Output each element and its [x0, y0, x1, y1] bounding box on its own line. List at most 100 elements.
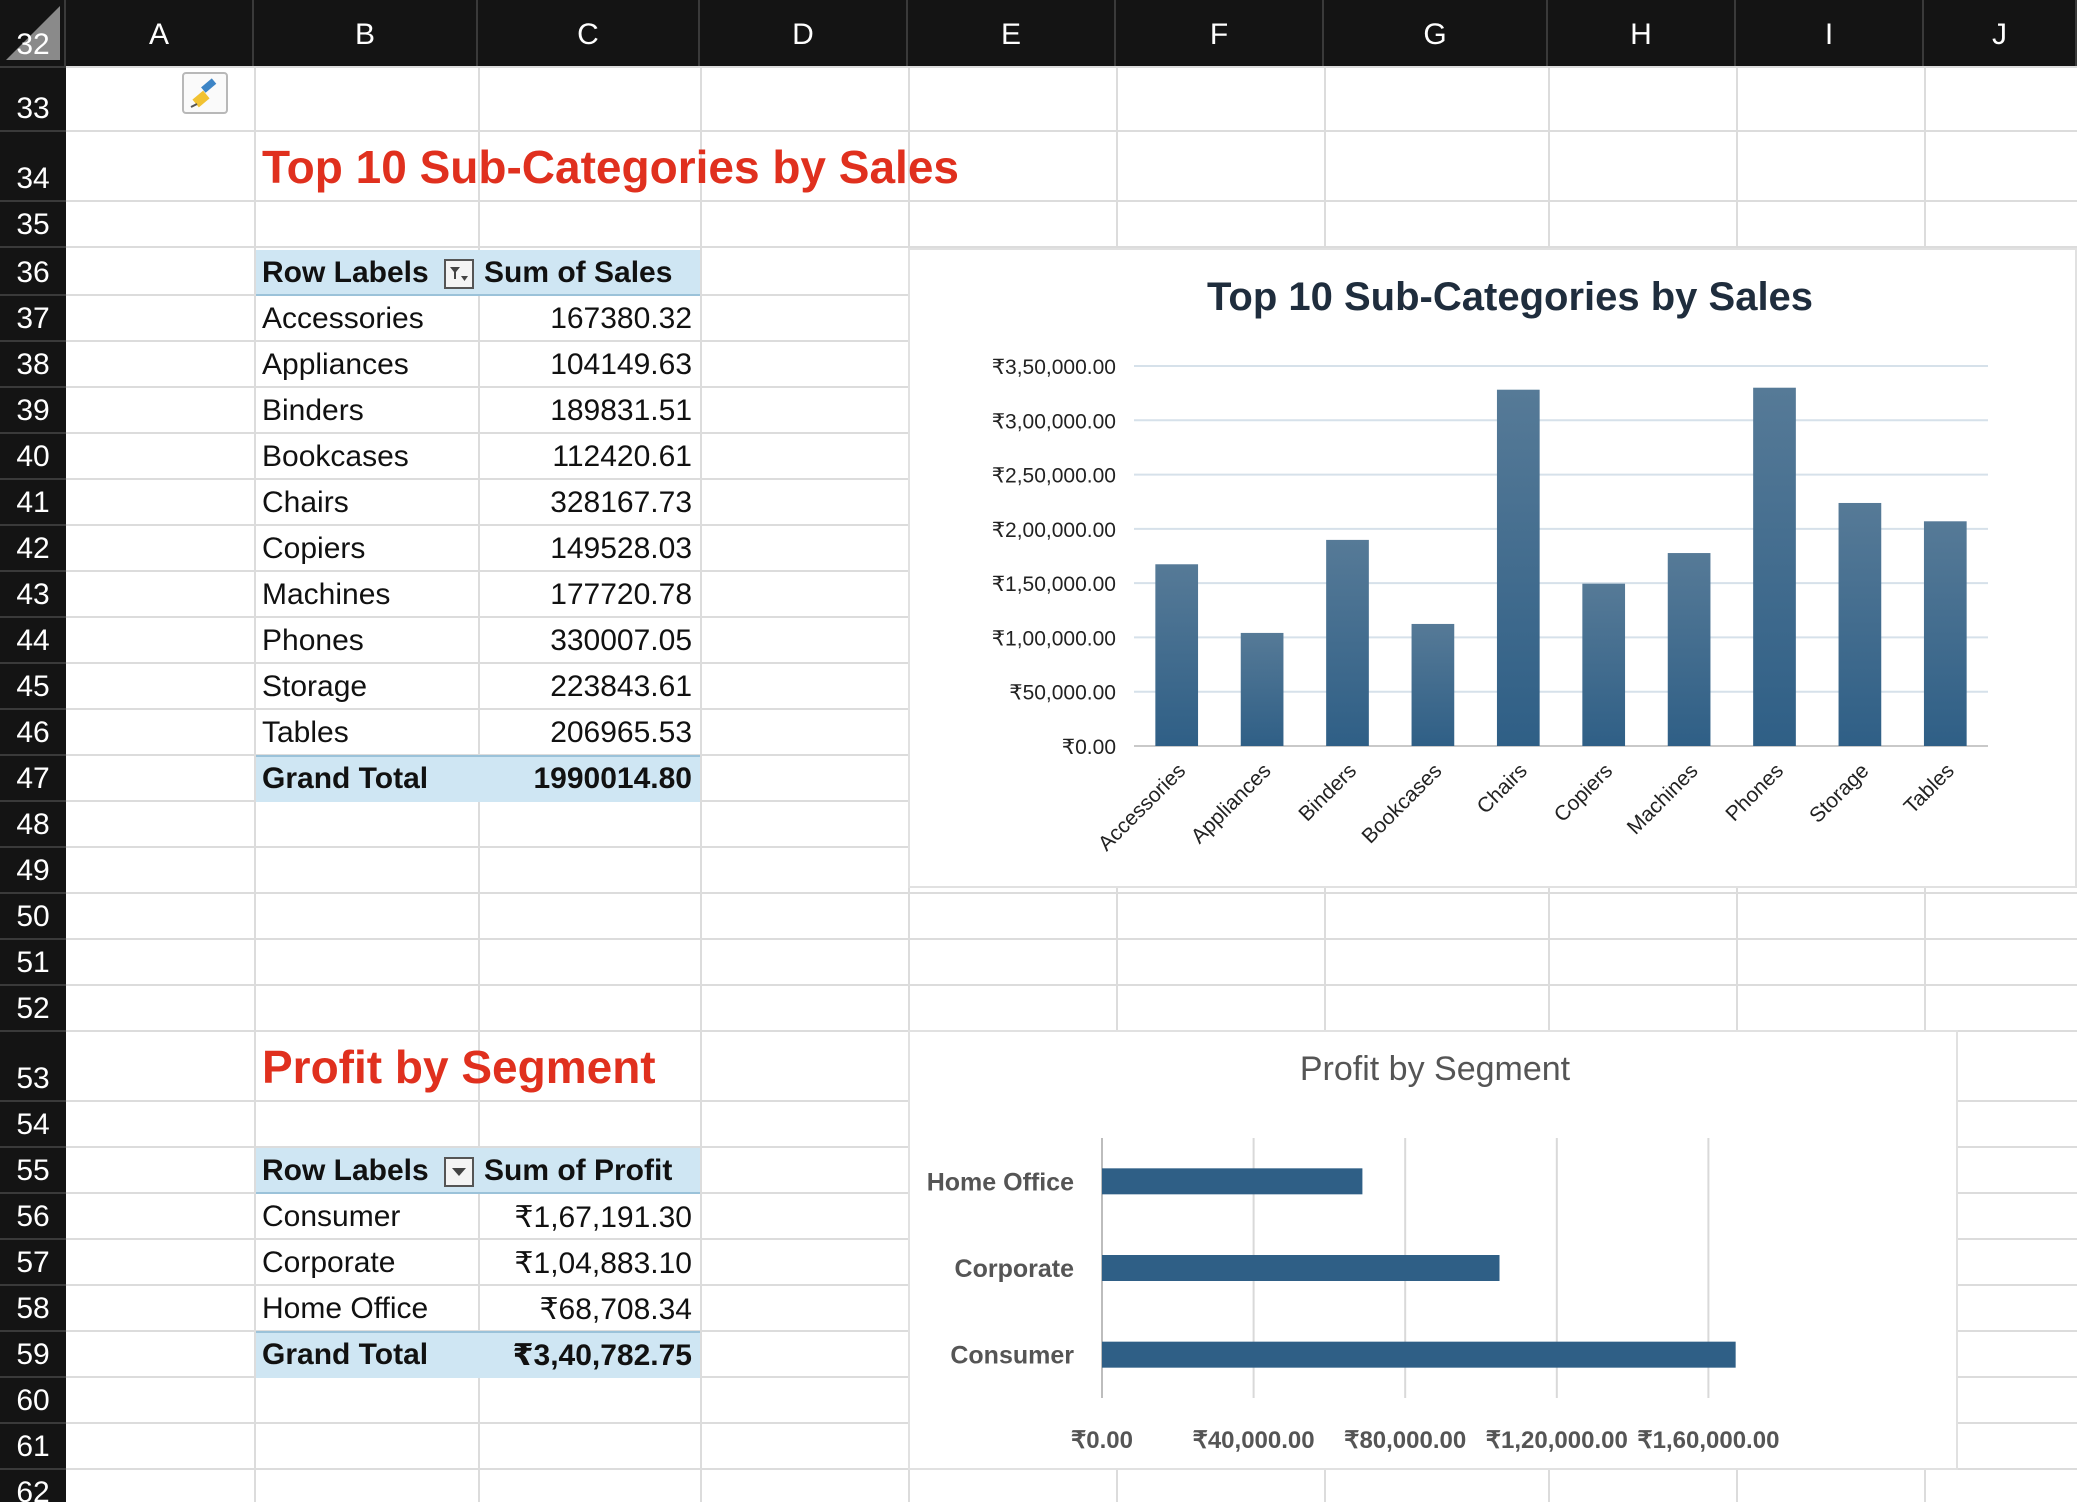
profit-chart-bar[interactable]: [1102, 1341, 1736, 1368]
sales-pivot-row-label: Accessories: [262, 302, 424, 335]
profit-pivot-header-value: Sum of Profit: [484, 1154, 673, 1187]
sales-chart-y-tick: ₹0.00: [1062, 736, 1116, 759]
sales-chart-y-tick: ₹2,00,000.00: [992, 519, 1116, 542]
column-header-f[interactable]: F: [1116, 0, 1324, 66]
row-header-57[interactable]: 57: [0, 1240, 66, 1286]
column-header-c[interactable]: C: [478, 0, 700, 66]
filter-icon[interactable]: [444, 259, 474, 289]
column-header-e[interactable]: E: [908, 0, 1116, 66]
profit-chart-plot: Profit by Segment ₹0.00 ₹40,000.00 ₹80,000.…: [927, 1050, 1780, 1454]
spreadsheet: ABCDEFGHIJ 32333435363738394041424344454…: [0, 0, 2077, 1502]
profit-chart-bar[interactable]: [1102, 1168, 1363, 1195]
sales-chart-x-tick: Appliances: [1187, 759, 1276, 848]
profit-chart-y-tick: Corporate: [955, 1255, 1075, 1283]
profit-pivot-row-value: ₹1,67,191.30: [514, 1201, 692, 1234]
profit-pivot-row-value: ₹68,708.34: [539, 1293, 692, 1326]
row-header-53[interactable]: 53: [0, 1032, 66, 1102]
sales-pivot-row-value: 177720.78: [550, 578, 692, 611]
sales-chart-bar[interactable]: [1582, 583, 1626, 746]
row-header-56[interactable]: 56: [0, 1194, 66, 1240]
profit-pivot-row-value: ₹1,04,883.10: [514, 1247, 692, 1280]
profit-pivot-row-label: Consumer: [262, 1200, 401, 1233]
row-header-41[interactable]: 41: [0, 480, 66, 526]
sales-chart-x-tick: Machines: [1623, 759, 1703, 839]
row-header-32[interactable]: 32: [0, 28, 66, 68]
sales-chart-bar[interactable]: [1326, 539, 1369, 746]
row-header-52[interactable]: 52: [0, 986, 66, 1032]
column-header-d[interactable]: D: [700, 0, 908, 66]
row-header-55[interactable]: 55: [0, 1148, 66, 1194]
row-header-47[interactable]: 47: [0, 756, 66, 802]
row-header-61[interactable]: 61: [0, 1424, 66, 1470]
row-header-46[interactable]: 46: [0, 710, 66, 756]
sales-chart-y-tick: ₹3,50,000.00: [992, 356, 1116, 379]
sales-pivot-total-label: Grand Total: [262, 762, 429, 795]
sales-chart-bar[interactable]: [1753, 387, 1796, 746]
row-header-33[interactable]: 33: [0, 68, 66, 132]
profit-chart-y-tick: Home Office: [927, 1168, 1074, 1196]
sales-chart-bar[interactable]: [1411, 623, 1455, 746]
sales-chart-bar[interactable]: [1838, 502, 1882, 746]
row-header-44[interactable]: 44: [0, 618, 66, 664]
sales-chart-bar[interactable]: [1667, 553, 1711, 746]
chevron-down-icon[interactable]: [444, 1157, 474, 1187]
profit-chart-title: Profit by Segment: [1300, 1050, 1571, 1088]
row-header-62[interactable]: 62: [0, 1470, 66, 1502]
sales-chart-plot: Top 10 Sub-Categories by Sales ₹0.00 ₹50,0…: [992, 275, 1988, 856]
profit-pivot-total-value: ₹3,40,782.75: [512, 1339, 692, 1372]
profit-chart[interactable]: Profit by Segment ₹0.00 ₹40,000.00 ₹80,000.…: [908, 1030, 1958, 1470]
sales-chart-bar[interactable]: [1155, 564, 1199, 746]
column-header-h[interactable]: H: [1548, 0, 1736, 66]
row-header-35[interactable]: 35: [0, 202, 66, 248]
profit-pivot-row-label: Home Office: [262, 1292, 429, 1325]
row-header-34[interactable]: 34: [0, 132, 66, 202]
column-header-j[interactable]: J: [1924, 0, 2077, 66]
sales-chart-bar[interactable]: [1240, 632, 1284, 746]
row-header-36[interactable]: 36: [0, 248, 66, 296]
row-header-38[interactable]: 38: [0, 342, 66, 388]
sales-pivot-row-label: Chairs: [262, 486, 349, 519]
sales-chart-title: Top 10 Sub-Categories by Sales: [1207, 275, 1813, 319]
row-header-43[interactable]: 43: [0, 572, 66, 618]
sales-pivot-row-value: 206965.53: [550, 716, 692, 749]
profit-pivot-total-label: Grand Total: [262, 1338, 429, 1371]
column-header-a[interactable]: A: [66, 0, 254, 66]
sales-chart-y-tick: ₹1,00,000.00: [992, 627, 1116, 650]
profit-chart-x-tick: ₹80,000.00: [1344, 1427, 1466, 1454]
row-header-42[interactable]: 42: [0, 526, 66, 572]
column-header-b[interactable]: B: [254, 0, 478, 66]
row-header-40[interactable]: 40: [0, 434, 66, 480]
row-header-54[interactable]: 54: [0, 1102, 66, 1148]
row-header-49[interactable]: 49: [0, 848, 66, 894]
row-header-48[interactable]: 48: [0, 802, 66, 848]
profit-pivot-header-label: Row Labels: [262, 1154, 429, 1187]
row-header-58[interactable]: 58: [0, 1286, 66, 1332]
sales-pivot-row-label: Bookcases: [262, 440, 409, 473]
sales-chart-bar[interactable]: [1923, 521, 1967, 746]
row-header-51[interactable]: 51: [0, 940, 66, 986]
sales-chart-x-tick: Bookcases: [1358, 759, 1447, 848]
column-header-g[interactable]: G: [1324, 0, 1548, 66]
sales-chart[interactable]: Top 10 Sub-Categories by Sales ₹0.00 ₹50,0…: [908, 248, 2077, 888]
row-header-59[interactable]: 59: [0, 1332, 66, 1378]
profit-chart-x-tick: ₹0.00: [1071, 1427, 1133, 1454]
profit-chart-x-tick: ₹1,20,000.00: [1486, 1427, 1628, 1454]
sales-pivot-row-value: 223843.61: [550, 670, 692, 703]
profit-chart-y-tick: Consumer: [950, 1342, 1074, 1370]
profit-chart-bar[interactable]: [1102, 1255, 1500, 1281]
sales-pivot-row-value: 149528.03: [550, 532, 692, 565]
row-header-50[interactable]: 50: [0, 894, 66, 940]
sales-chart-x-tick: Binders: [1294, 759, 1361, 826]
row-header-39[interactable]: 39: [0, 388, 66, 434]
profit-chart-x-tick: ₹40,000.00: [1193, 1427, 1315, 1454]
column-header-i[interactable]: I: [1736, 0, 1924, 66]
sales-pivot-row-label: Copiers: [262, 532, 366, 565]
profit-pivot-row-label: Corporate: [262, 1246, 396, 1279]
sales-chart-bar[interactable]: [1496, 389, 1540, 746]
row-header-45[interactable]: 45: [0, 664, 66, 710]
row-header-60[interactable]: 60: [0, 1378, 66, 1424]
sales-pivot-row-label: Binders: [262, 394, 364, 427]
sales-chart-x-tick: Copiers: [1550, 759, 1617, 826]
row-header-37[interactable]: 37: [0, 296, 66, 342]
paintbrush-icon[interactable]: [182, 72, 228, 114]
